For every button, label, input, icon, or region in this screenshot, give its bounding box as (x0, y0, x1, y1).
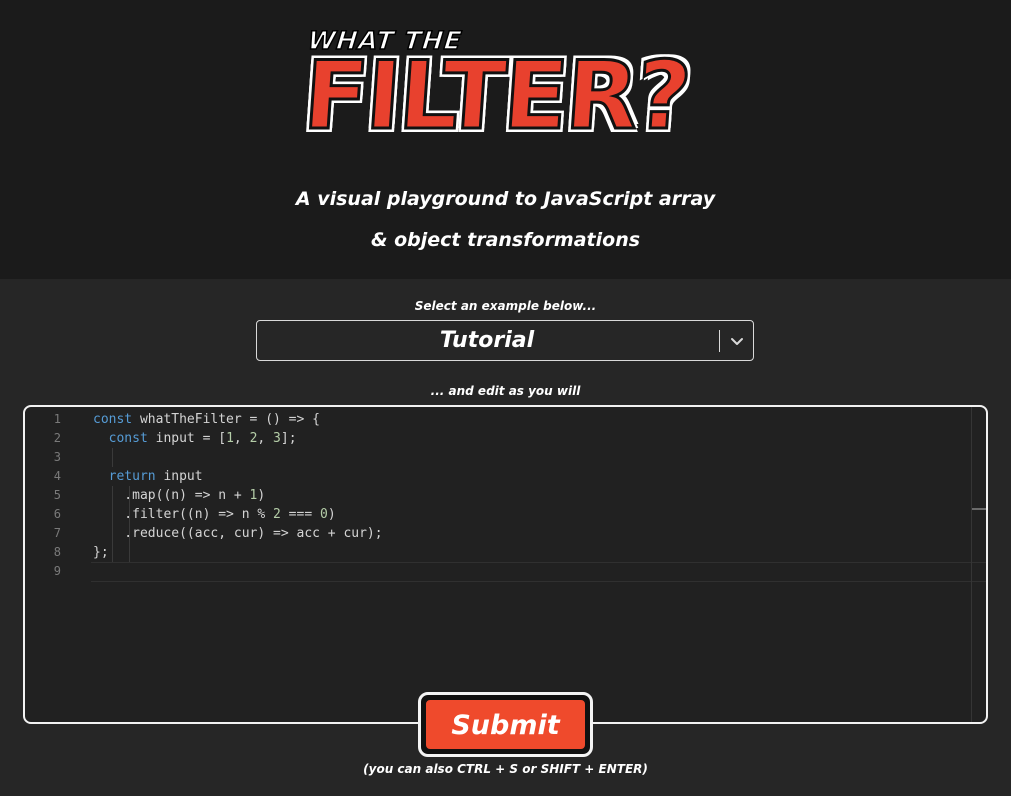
select-separator (719, 330, 720, 352)
code-line: const input = [1, 2, 3]; (108, 431, 297, 446)
line-number: 1 (53, 412, 61, 426)
line-number-gutter: 1 2 3 4 5 6 7 8 9 (25, 410, 75, 581)
submit-button-label: Submit (424, 698, 587, 751)
tagline-line-2: & object transformations (370, 229, 641, 251)
code-line: }; (93, 545, 109, 560)
submit-button[interactable]: Submit (418, 692, 593, 757)
scrollbar-marker (972, 508, 986, 510)
tagline-line-1: A visual playground to JavaScript array (295, 188, 716, 210)
code-line: const whatTheFilter = () => { (93, 412, 320, 427)
line-number: 5 (53, 488, 61, 502)
code-line: return input (108, 469, 203, 484)
line-number: 7 (53, 526, 61, 540)
example-select-label: Select an example below... (414, 299, 597, 313)
editor-scrollbar[interactable] (971, 407, 972, 722)
line-number: 4 (53, 469, 61, 483)
keyboard-shortcut-hint: (you can also CTRL + S or SHIFT + ENTER) (363, 762, 648, 776)
chevron-down-icon[interactable] (727, 331, 747, 351)
example-select-value: Tutorial (439, 328, 535, 353)
line-number: 3 (53, 450, 61, 464)
page: WHAT THE FILTER? A visual playground to … (0, 0, 1011, 796)
code-line: .map((n) => n + 1) (93, 488, 266, 503)
line-number: 6 (53, 507, 61, 521)
header: WHAT THE FILTER? A visual playground to … (0, 0, 1011, 279)
line-number: 2 (53, 431, 61, 445)
code-editor[interactable]: 1 2 3 4 5 6 7 8 9 const whatTheFilter = () => { … (23, 405, 988, 724)
example-select[interactable]: Tutorial (256, 320, 754, 361)
logo-main-text: FILTER? (299, 41, 694, 153)
line-number: 9 (53, 564, 61, 578)
logo: WHAT THE FILTER? (299, 22, 720, 162)
editor-label: ... and edit as you will (430, 384, 581, 398)
code-content[interactable]: const whatTheFilter = () => { const inpu… (93, 410, 968, 581)
code-line: .filter((n) => n % 2 === 0) (93, 507, 336, 522)
line-number: 8 (53, 545, 61, 559)
code-line: .reduce((acc, cur) => acc + cur); (93, 526, 383, 541)
